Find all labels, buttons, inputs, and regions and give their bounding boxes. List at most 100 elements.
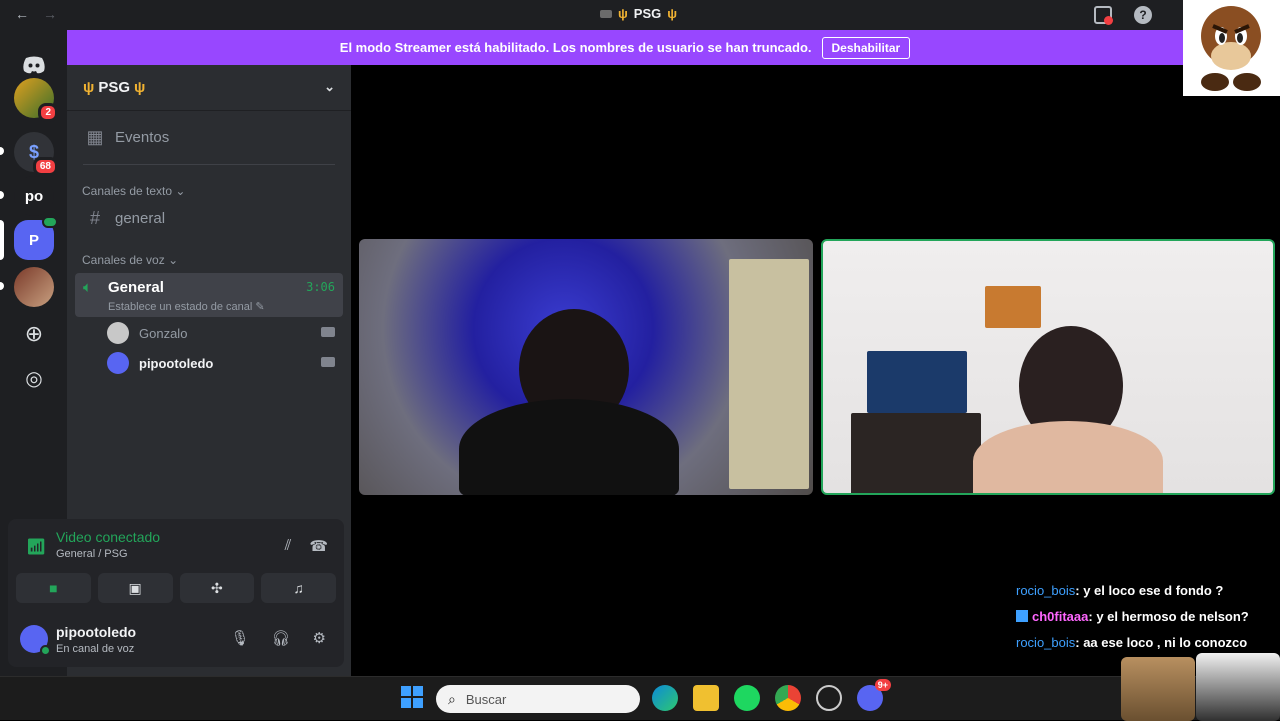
- voice-status-title[interactable]: Video conectado: [56, 529, 160, 545]
- chevron-down-icon: ⌄: [175, 184, 186, 198]
- voice-location-text: General / PSG: [56, 548, 128, 560]
- voice-action-buttons: ■ ▣ ✣ ♫: [16, 573, 336, 603]
- chat-message: rocio_bois : y el loco ese d fondo ?: [1016, 577, 1249, 603]
- events-label: Eventos: [115, 128, 170, 146]
- voice-category[interactable]: Canales de voz ⌄: [82, 253, 178, 267]
- camera-button[interactable]: ■: [16, 573, 91, 603]
- trident-icon: ψ: [134, 79, 146, 96]
- nav-arrows: ← →: [14, 6, 58, 22]
- noise-suppression-icon[interactable]: ⫽: [285, 537, 292, 555]
- window-title-text: PSG: [633, 6, 662, 21]
- chat-username: ch0fitaaa: [1032, 608, 1089, 624]
- headphones-icon[interactable]: 🎧︎: [272, 629, 291, 647]
- streamer-mode-banner: El modo Streamer está habilitado. Los no…: [67, 30, 1183, 65]
- unread-pill: [0, 147, 4, 155]
- microphone-icon[interactable]: 🎙︎: [230, 629, 249, 647]
- participant-body: [459, 399, 679, 495]
- search-placeholder: Buscar: [465, 691, 507, 707]
- user-panel: pipootoledo En canal de voz 🎙︎ 🎧︎ ⚙: [8, 611, 344, 667]
- mention-badge: 68: [32, 157, 58, 176]
- chevron-down-icon[interactable]: ⌄: [324, 79, 335, 95]
- notification-badge: 9+: [874, 679, 891, 691]
- edge-icon[interactable]: [652, 685, 678, 711]
- server-avatar-5[interactable]: [14, 267, 54, 307]
- user-status: En canal de voz: [56, 643, 135, 655]
- sub-badge-icon: [1016, 610, 1028, 622]
- voice-user-name: Gonzalo: [139, 325, 188, 341]
- taskbar-search[interactable]: ⌕ Buscar: [436, 685, 640, 713]
- gear-icon[interactable]: ⚙: [313, 629, 326, 647]
- app-icon[interactable]: [816, 685, 842, 711]
- discord-home-icon[interactable]: [10, 52, 58, 78]
- add-server-icon[interactable]: ⊕: [14, 314, 54, 354]
- discord-taskbar-icon[interactable]: 9+: [857, 679, 891, 711]
- title-bar-icons: ?: [1094, 6, 1152, 25]
- server-header[interactable]: ψ PSG ψ ⌄: [67, 65, 351, 111]
- unread-pill: [0, 191, 4, 199]
- voice-category-label: Canales de voz: [82, 253, 165, 267]
- channel-general[interactable]: # general: [75, 202, 343, 234]
- disconnect-icon[interactable]: ☎: [309, 537, 328, 555]
- inbox-icon[interactable]: [1094, 6, 1113, 25]
- help-icon[interactable]: ?: [1134, 6, 1152, 24]
- voice-channel-name: General: [108, 279, 164, 296]
- spotify-icon[interactable]: [734, 685, 760, 711]
- back-icon[interactable]: ←: [14, 6, 30, 22]
- server-avatar-1[interactable]: 2: [14, 78, 58, 122]
- text-category[interactable]: Canales de texto ⌄: [82, 184, 185, 198]
- pencil-icon: ✎: [255, 301, 265, 313]
- activities-button[interactable]: ✣: [179, 573, 255, 603]
- app-logo-icon: [600, 9, 612, 18]
- voice-channel-general[interactable]: 🔈︎ General Establece un estado de canal …: [75, 273, 343, 317]
- forward-icon[interactable]: →: [42, 6, 58, 22]
- disable-streamer-button[interactable]: Deshabilitar: [821, 36, 911, 59]
- banner-text: El modo Streamer está habilitado. Los no…: [339, 40, 812, 55]
- trident-icon: ψ: [83, 79, 95, 96]
- voice-user-name: pipootoledo: [139, 355, 214, 371]
- chat-text: : y el loco ese d fondo ?: [1075, 582, 1224, 598]
- channel-status-text: Establece un estado de canal: [108, 301, 253, 313]
- server-psg-active[interactable]: P: [14, 216, 58, 260]
- window-title: ψ PSG ψ: [600, 6, 677, 21]
- soundboard-button[interactable]: ♫: [261, 573, 336, 603]
- voice-user[interactable]: Gonzalo: [107, 319, 343, 347]
- avatar: [107, 322, 129, 344]
- video-tile-gonzalo[interactable]: [359, 239, 813, 495]
- chat-username: rocio_bois: [1016, 582, 1076, 598]
- camera-icon: [321, 357, 335, 367]
- chat-message: ch0fitaaa : y el hermoso de nelson?: [1016, 603, 1249, 629]
- voice-user[interactable]: pipootoledo: [107, 349, 343, 377]
- video-tile-pipootoledo[interactable]: [821, 239, 1275, 495]
- avatar: [107, 352, 129, 374]
- tv-screen: [867, 351, 967, 413]
- text-category-label: Canales de texto: [82, 184, 173, 198]
- chrome-icon[interactable]: [775, 685, 801, 711]
- chat-username: rocio_bois: [1016, 634, 1076, 650]
- discover-icon[interactable]: ◎: [14, 358, 54, 398]
- mention-badge: 2: [38, 103, 58, 122]
- screen-share-button[interactable]: ▣: [97, 573, 173, 603]
- signal-icon[interactable]: 📶︎: [26, 537, 46, 557]
- server-po[interactable]: po: [14, 176, 54, 216]
- voice-connection-panel: 📶︎ Video conectado General / PSG ⫽ ☎ ■ ▣…: [8, 519, 344, 611]
- channel-status[interactable]: Establece un estado de canal ✎: [108, 300, 265, 313]
- windows-taskbar: ⌕ Buscar 9+: [0, 653, 1280, 721]
- divider: [83, 164, 335, 165]
- calendar-icon: ▦: [86, 126, 104, 147]
- voice-active-icon: [42, 216, 58, 228]
- tv-stand: [851, 413, 981, 493]
- windows-start-icon[interactable]: [400, 685, 426, 711]
- server-avatar-2[interactable]: $ 68: [14, 132, 58, 176]
- file-explorer-icon[interactable]: [693, 685, 719, 711]
- online-status-icon: [40, 645, 51, 656]
- search-icon: ⌕: [448, 690, 456, 707]
- wall-painting: [985, 286, 1041, 328]
- events-item[interactable]: ▦ Eventos: [75, 121, 343, 153]
- channel-name: general: [115, 209, 166, 227]
- goomba-overlay-image: [1183, 0, 1280, 96]
- discord-window: ← → ψ PSG ψ ? El modo Streamer está habi…: [0, 0, 1280, 676]
- username: pipootoledo: [56, 624, 137, 640]
- chat-text: : aa ese loco , ni lo conozco: [1075, 634, 1248, 650]
- voice-location: General / PSG: [56, 548, 128, 560]
- chevron-down-icon: ⌄: [168, 253, 179, 267]
